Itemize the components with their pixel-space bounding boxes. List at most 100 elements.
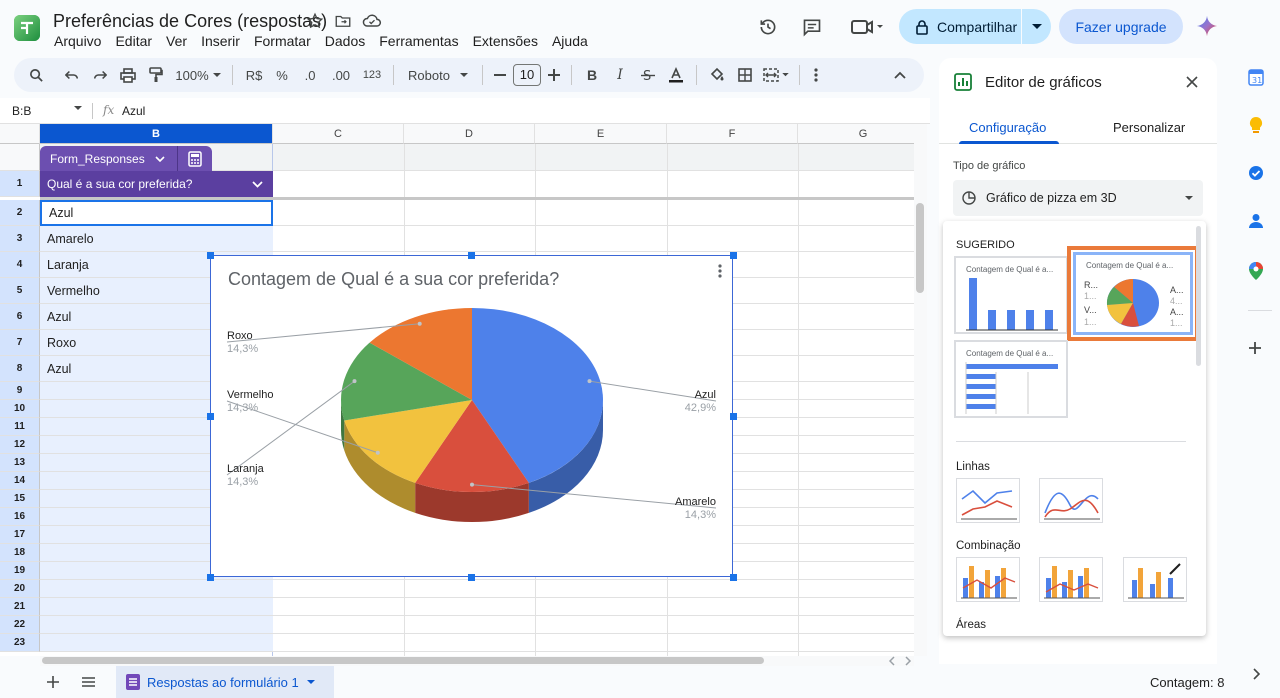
decrease-font-size-icon[interactable] xyxy=(489,58,511,92)
vertical-scroll-thumb[interactable] xyxy=(916,203,924,293)
meet-video-icon[interactable] xyxy=(842,9,892,45)
maps-icon[interactable] xyxy=(1249,262,1263,280)
increase-decimal-button[interactable]: .00 xyxy=(325,58,357,92)
name-box[interactable]: B:B xyxy=(12,104,31,118)
table-chevron-down-icon[interactable] xyxy=(155,155,165,162)
empty-cell[interactable] xyxy=(40,598,273,616)
row-header[interactable]: 23 xyxy=(0,634,40,652)
table-calculator-icon[interactable] xyxy=(178,150,212,167)
sheet-tab[interactable]: Respostas ao formulário 1 xyxy=(116,666,334,698)
chart-type-dropdown-icon[interactable] xyxy=(1185,195,1193,201)
share-dropdown-arrow-icon[interactable] xyxy=(1022,23,1051,30)
version-history-icon[interactable] xyxy=(750,9,786,45)
row-header[interactable]: 19 xyxy=(0,562,40,580)
menu-dados[interactable]: Dados xyxy=(325,33,365,49)
empty-cell[interactable] xyxy=(40,634,273,652)
collapse-toolbar-icon[interactable] xyxy=(882,58,918,92)
column-header-e[interactable]: E xyxy=(535,124,667,144)
keep-icon[interactable] xyxy=(1249,116,1263,134)
row-header[interactable]: 1 xyxy=(0,171,40,197)
menu-inserir[interactable]: Inserir xyxy=(201,33,240,49)
tab-configuracao[interactable]: Configuração xyxy=(969,120,1046,135)
resize-handle-e[interactable] xyxy=(730,413,737,420)
combo-chart-thumb-2[interactable] xyxy=(1039,557,1103,602)
menu-extensoes[interactable]: Extensões xyxy=(473,33,538,49)
table-name-chip[interactable]: Form_Responses xyxy=(40,146,212,171)
column-header-g[interactable]: G xyxy=(798,124,914,144)
menu-editar[interactable]: Editar xyxy=(115,33,152,49)
more-options-icon[interactable] xyxy=(806,58,826,92)
formula-input[interactable]: Azul xyxy=(122,104,145,118)
resize-handle-w[interactable] xyxy=(207,413,214,420)
resize-handle-ne[interactable] xyxy=(730,252,737,259)
row-header[interactable]: 4 xyxy=(0,252,40,278)
menu-ferramentas[interactable]: Ferramentas xyxy=(379,33,458,49)
row-header[interactable]: 13 xyxy=(0,454,40,472)
empty-cell[interactable] xyxy=(40,616,273,634)
resize-handle-sw[interactable] xyxy=(207,574,214,581)
gemini-sparkle-icon[interactable] xyxy=(1196,15,1218,37)
row-header[interactable]: 7 xyxy=(0,330,40,356)
fill-color-icon[interactable] xyxy=(703,58,731,92)
resize-handle-se[interactable] xyxy=(730,574,737,581)
suggested-horizontal-bar-thumb[interactable]: Contagem de Qual é a... xyxy=(954,340,1068,418)
upgrade-button[interactable]: Fazer upgrade xyxy=(1059,9,1183,44)
row-header[interactable]: 8 xyxy=(0,356,40,382)
row-header[interactable]: 3 xyxy=(0,226,40,252)
column-chevron-down-icon[interactable] xyxy=(252,171,263,188)
chart-type-select[interactable]: Gráfico de pizza em 3D xyxy=(953,180,1203,216)
add-on-plus-icon[interactable] xyxy=(1248,341,1262,355)
column-header-c[interactable]: C xyxy=(273,124,404,144)
row-header[interactable]: 11 xyxy=(0,418,40,436)
calendar-icon[interactable]: 31 xyxy=(1248,68,1264,86)
name-box-dropdown-icon[interactable] xyxy=(74,106,82,111)
combo-chart-thumb-1[interactable] xyxy=(956,557,1020,602)
percent-format-button[interactable]: % xyxy=(269,58,295,92)
row-header[interactable]: 15 xyxy=(0,490,40,508)
paint-format-icon[interactable] xyxy=(142,58,170,92)
close-panel-icon[interactable] xyxy=(1186,76,1198,88)
undo-icon[interactable] xyxy=(58,58,86,92)
empty-cell[interactable] xyxy=(40,580,273,598)
menu-arquivo[interactable]: Arquivo xyxy=(54,33,101,49)
add-sheet-icon[interactable] xyxy=(46,675,60,689)
currency-format-button[interactable]: R$ xyxy=(239,58,269,92)
row-header[interactable]: 12 xyxy=(0,436,40,454)
text-color-icon[interactable] xyxy=(662,58,690,92)
row-header[interactable]: 5 xyxy=(0,278,40,304)
borders-icon[interactable] xyxy=(731,58,759,92)
cloud-status-icon[interactable] xyxy=(362,12,382,30)
row-header[interactable]: 17 xyxy=(0,526,40,544)
strikethrough-icon[interactable]: S xyxy=(634,58,662,92)
resize-handle-n[interactable] xyxy=(468,252,475,259)
scroll-left-icon[interactable] xyxy=(886,656,898,666)
row-header[interactable]: 16 xyxy=(0,508,40,526)
question-column-header[interactable]: Qual é a sua cor preferida? xyxy=(40,171,273,197)
row-header[interactable]: 2 xyxy=(0,200,40,226)
resize-handle-s[interactable] xyxy=(468,574,475,581)
all-sheets-menu-icon[interactable] xyxy=(81,676,96,688)
zoom-select[interactable]: 100% xyxy=(170,58,226,92)
italic-icon[interactable]: I xyxy=(606,58,634,92)
combo-chart-thumb-3[interactable] xyxy=(1123,557,1187,602)
menu-ver[interactable]: Ver xyxy=(166,33,187,49)
table-cell[interactable]: Amarelo xyxy=(40,226,273,252)
selection-count[interactable]: Contagem: 8 xyxy=(1150,675,1224,690)
row-header[interactable]: 10 xyxy=(0,400,40,418)
column-header-b[interactable]: B xyxy=(40,124,273,144)
table-cell[interactable]: Azul xyxy=(40,200,273,226)
menu-ajuda[interactable]: Ajuda xyxy=(552,33,588,49)
print-icon[interactable] xyxy=(114,58,142,92)
decrease-decimal-button[interactable]: .0 xyxy=(295,58,325,92)
increase-font-size-icon[interactable] xyxy=(543,58,565,92)
row-header[interactable]: 6 xyxy=(0,304,40,330)
font-select[interactable]: Roboto xyxy=(400,58,476,92)
line-chart-thumb[interactable] xyxy=(956,478,1020,523)
horizontal-scroll-thumb[interactable] xyxy=(42,657,764,664)
contacts-icon[interactable] xyxy=(1249,213,1263,229)
bold-icon[interactable]: B xyxy=(578,58,606,92)
menu-formatar[interactable]: Formatar xyxy=(254,33,311,49)
sheet-tab-dropdown-icon[interactable] xyxy=(306,679,315,685)
row-header[interactable]: 22 xyxy=(0,616,40,634)
tasks-icon[interactable] xyxy=(1248,165,1264,181)
